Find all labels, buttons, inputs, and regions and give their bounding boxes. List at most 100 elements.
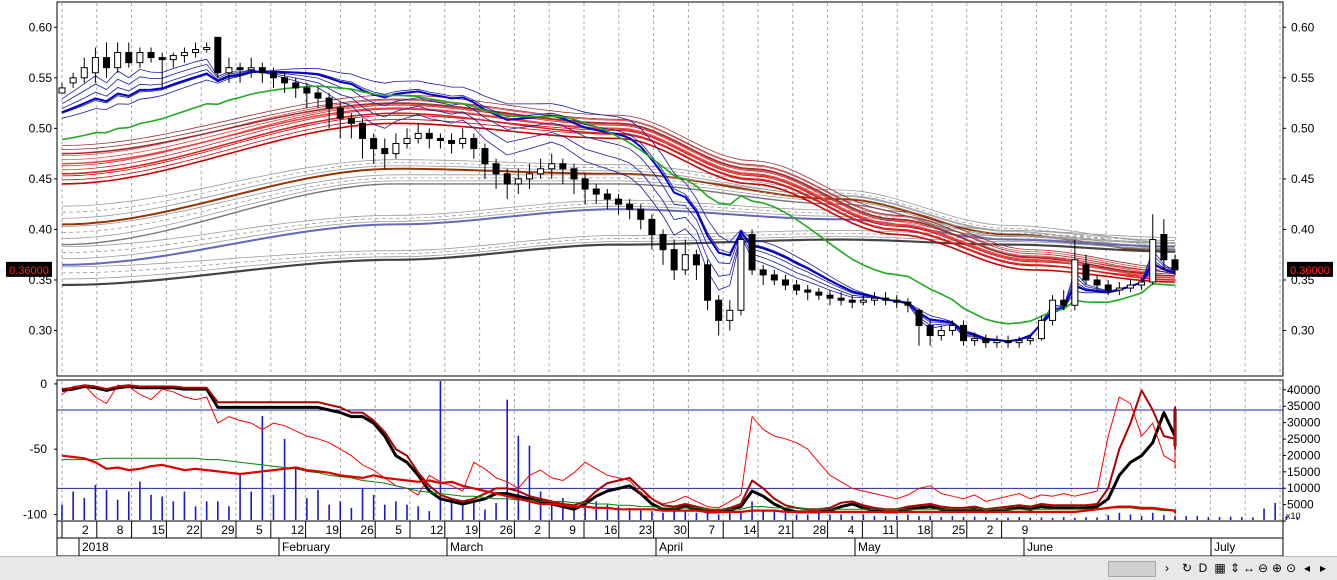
candle-body[interactable] bbox=[581, 178, 589, 190]
candle-body[interactable] bbox=[971, 338, 979, 342]
candle-body[interactable] bbox=[225, 67, 233, 74]
candle-body[interactable] bbox=[548, 163, 556, 170]
candle-body[interactable] bbox=[180, 52, 188, 57]
candle-body[interactable] bbox=[392, 143, 400, 155]
candle-body[interactable] bbox=[269, 72, 277, 79]
candle-body[interactable] bbox=[325, 97, 333, 109]
candle-body[interactable] bbox=[314, 92, 322, 99]
candle-body[interactable] bbox=[737, 239, 745, 311]
candle-body[interactable] bbox=[425, 132, 433, 139]
candle-body[interactable] bbox=[214, 36, 222, 74]
candle-body[interactable] bbox=[80, 67, 88, 79]
candle-body[interactable] bbox=[114, 52, 122, 69]
candle-body[interactable] bbox=[715, 299, 723, 321]
candle-body[interactable] bbox=[793, 284, 801, 291]
candle-body[interactable] bbox=[147, 52, 155, 59]
candle-body[interactable] bbox=[1126, 284, 1134, 289]
candle-body[interactable] bbox=[503, 173, 511, 185]
candle-body[interactable] bbox=[136, 52, 144, 64]
candle-body[interactable] bbox=[603, 193, 611, 200]
candle-body[interactable] bbox=[203, 46, 211, 51]
candle-body[interactable] bbox=[1049, 299, 1057, 321]
goto-end-icon[interactable]: ⊙ bbox=[1284, 560, 1298, 576]
vertical-resize-icon[interactable]: ⇕ bbox=[1228, 560, 1242, 576]
candle-body[interactable] bbox=[258, 67, 266, 74]
candle-body[interactable] bbox=[236, 67, 244, 71]
candle-body[interactable] bbox=[1026, 338, 1034, 342]
candle-body[interactable] bbox=[69, 77, 77, 84]
period-day-button[interactable]: D bbox=[1196, 560, 1210, 576]
candle-body[interactable] bbox=[815, 291, 823, 296]
candle-body[interactable] bbox=[826, 294, 834, 299]
candle-body[interactable] bbox=[192, 49, 200, 54]
candle-body[interactable] bbox=[303, 87, 311, 94]
candle-body[interactable] bbox=[459, 137, 467, 145]
candle-body[interactable] bbox=[915, 309, 923, 326]
candle-body[interactable] bbox=[403, 137, 411, 145]
candle-body[interactable] bbox=[692, 254, 700, 266]
candle-body[interactable] bbox=[626, 203, 634, 210]
candle-body[interactable] bbox=[859, 299, 867, 303]
candle-body[interactable] bbox=[1004, 340, 1012, 344]
candle-body[interactable] bbox=[169, 55, 177, 61]
candle-body[interactable] bbox=[1071, 259, 1079, 306]
candle-body[interactable] bbox=[948, 324, 956, 332]
candle-body[interactable] bbox=[481, 148, 489, 165]
candle-body[interactable] bbox=[570, 168, 578, 180]
candle-body[interactable] bbox=[559, 163, 567, 170]
candle-body[interactable] bbox=[659, 233, 667, 251]
candle-body[interactable] bbox=[1160, 233, 1168, 261]
candle-body[interactable] bbox=[247, 67, 255, 71]
candle-body[interactable] bbox=[770, 274, 778, 281]
price-panel[interactable]: 0.60 0.60 0.55 0.55 0.50 0.50 0.45 0.45 0.40 0.40… bbox=[6, 1, 1333, 377]
candle-body[interactable] bbox=[893, 299, 901, 303]
candle-body[interactable] bbox=[537, 168, 545, 175]
candle-body[interactable] bbox=[748, 233, 756, 271]
candle-body[interactable] bbox=[615, 198, 622, 205]
scrollbar-thumb[interactable] bbox=[1108, 561, 1156, 577]
candle-body[interactable] bbox=[1082, 264, 1090, 281]
candle-body[interactable] bbox=[837, 297, 845, 301]
candle-body[interactable] bbox=[1115, 287, 1123, 291]
candle-body[interactable] bbox=[381, 148, 389, 155]
candle-body[interactable] bbox=[359, 122, 367, 139]
candle-body[interactable] bbox=[804, 289, 812, 293]
chart-canvas[interactable]: 0.60 0.60 0.55 0.55 0.50 0.50 0.45 0.45 0.40 0.40… bbox=[0, 0, 1337, 557]
candle-body[interactable] bbox=[993, 340, 1001, 344]
candle-body[interactable] bbox=[492, 163, 500, 175]
candle-body[interactable] bbox=[904, 301, 912, 306]
candle-body[interactable] bbox=[347, 117, 355, 124]
candle-body[interactable] bbox=[759, 269, 767, 276]
candle-body[interactable] bbox=[1093, 279, 1101, 286]
calendar-icon[interactable]: ▦ bbox=[1213, 560, 1227, 576]
scroll-right-icon[interactable]: › bbox=[1160, 560, 1174, 576]
candle-body[interactable] bbox=[704, 264, 712, 301]
candle-body[interactable] bbox=[960, 324, 968, 342]
candle-body[interactable] bbox=[848, 299, 856, 303]
oscillator-panel[interactable]: 0 -50 -100 40000 35000 30000 25000 20000 15000 10… bbox=[23, 377, 1321, 522]
candle-body[interactable] bbox=[436, 137, 444, 141]
candle-body[interactable] bbox=[1037, 319, 1045, 340]
zoom-out-icon[interactable]: ⊖ bbox=[1256, 560, 1270, 576]
candle-body[interactable] bbox=[514, 178, 522, 185]
candle-body[interactable] bbox=[336, 107, 344, 119]
candle-body[interactable] bbox=[1015, 340, 1023, 344]
candle-body[interactable] bbox=[1171, 259, 1179, 271]
candle-body[interactable] bbox=[292, 82, 300, 89]
candle-body[interactable] bbox=[470, 137, 478, 150]
scroll-left-arrow-icon[interactable]: ◂ bbox=[1300, 560, 1314, 576]
candle-body[interactable] bbox=[982, 338, 990, 344]
candle-body[interactable] bbox=[726, 309, 734, 321]
candle-body[interactable] bbox=[1060, 299, 1068, 306]
candle-body[interactable] bbox=[637, 208, 645, 220]
candle-body[interactable] bbox=[58, 87, 66, 94]
candle-body[interactable] bbox=[926, 324, 934, 337]
candle-body[interactable] bbox=[870, 297, 878, 301]
candle-body[interactable] bbox=[158, 57, 166, 61]
horizontal-resize-icon[interactable]: ↔ bbox=[1242, 560, 1256, 576]
candle-body[interactable] bbox=[681, 254, 689, 271]
candle-body[interactable] bbox=[281, 77, 289, 84]
candle-body[interactable] bbox=[103, 57, 111, 69]
candle-body[interactable] bbox=[648, 218, 656, 235]
candle-body[interactable] bbox=[125, 52, 133, 64]
